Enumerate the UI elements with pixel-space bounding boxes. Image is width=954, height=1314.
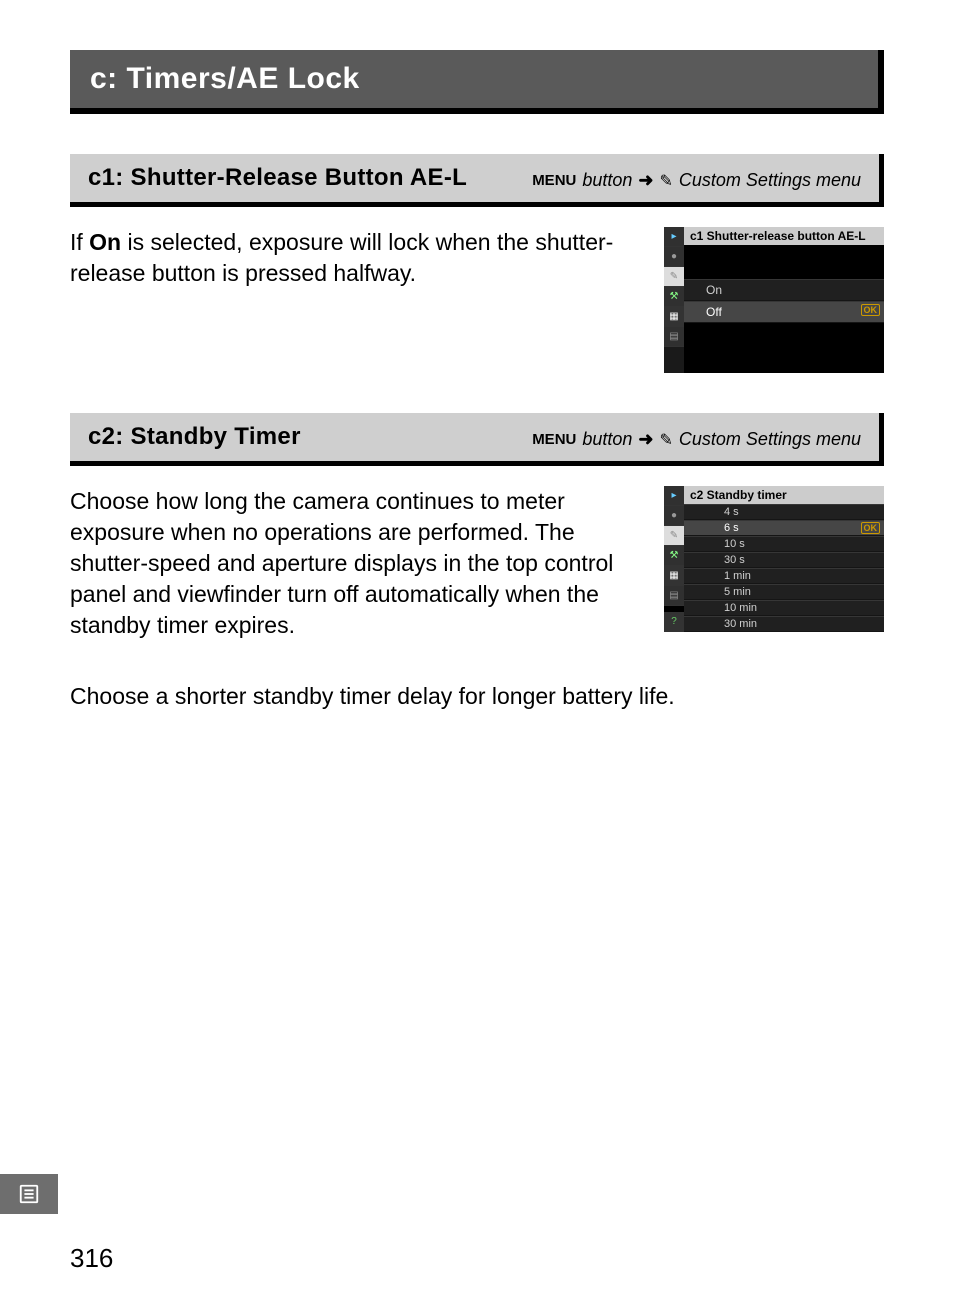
footer-menu-icon	[0, 1174, 58, 1214]
c2-option-10s: 10 s	[684, 536, 884, 552]
c1-option-on: On	[684, 279, 884, 301]
c1-option-off: Off OK	[684, 301, 884, 323]
c2-nav-path: MENU button ➜ ✎ Custom Settings menu	[532, 429, 861, 450]
c2-option-1min: 1 min	[684, 568, 884, 584]
section-header: c: Timers/AE Lock	[70, 50, 884, 114]
lcd-side-tabs: ▸ ● ✎ ⚒ ▦ ▤	[664, 227, 684, 373]
camera-tab-icon: ●	[664, 506, 684, 526]
c1-option-off-label: Off	[706, 305, 722, 319]
c2-option-4s: 4 s	[684, 504, 884, 520]
c2-body-2: Choose a shorter standby timer delay for…	[70, 681, 884, 712]
page-number: 316	[70, 1243, 113, 1274]
pencil-icon: ✎	[660, 171, 673, 191]
retouch-tab-icon: ⚒	[664, 287, 684, 307]
playback-tab-icon: ▸	[664, 227, 684, 247]
lcd-spacer	[684, 323, 884, 373]
setup-tab-icon: ▦	[664, 566, 684, 586]
pencil-icon: ✎	[660, 430, 673, 450]
ok-badge: OK	[861, 522, 881, 534]
camera-tab-icon: ●	[664, 247, 684, 267]
custom-tab-icon: ✎	[664, 526, 684, 546]
c1-body-suffix: is selected, exposure will lock when the…	[70, 229, 613, 286]
setup-tab-icon: ▦	[664, 307, 684, 327]
c2-title: c2: Standby Timer	[88, 423, 301, 451]
menu-label: MENU	[532, 431, 576, 448]
c1-title: c1: Shutter-Release Button AE-L	[88, 164, 467, 192]
lcd-side-tabs: ▸ ● ✎ ⚒ ▦ ▤ ?	[664, 486, 684, 632]
c1-lcd-title: c1 Shutter-release button AE-L	[684, 227, 884, 245]
c1-body-prefix: If	[70, 229, 89, 255]
custom-tab-icon: ✎	[664, 267, 684, 287]
other-tab-icon: ▤	[664, 586, 684, 606]
c2-option-10min: 10 min	[684, 600, 884, 616]
c1-body: If On is selected, exposure will lock wh…	[70, 227, 639, 289]
c1-body-bold: On	[89, 229, 121, 255]
c2-option-6s-label: 6 s	[724, 522, 739, 534]
arrow-icon: ➜	[638, 429, 653, 450]
c2-header: c2: Standby Timer MENU button ➜ ✎ Custom…	[70, 413, 884, 466]
other-tab-icon: ▤	[664, 327, 684, 347]
c2-body: Choose how long the camera continues to …	[70, 486, 639, 641]
button-word: button	[582, 429, 632, 450]
c2-lcd-screenshot: ▸ ● ✎ ⚒ ▦ ▤ ? c2 Standby timer 4 s 6 s O…	[664, 486, 884, 632]
c2-option-30min: 30 min	[684, 616, 884, 632]
c1-header: c1: Shutter-Release Button AE-L MENU but…	[70, 154, 884, 207]
retouch-tab-icon: ⚒	[664, 546, 684, 566]
nav-destination: Custom Settings menu	[679, 429, 861, 450]
nav-destination: Custom Settings menu	[679, 170, 861, 191]
ok-badge: OK	[861, 304, 881, 316]
menu-label: MENU	[532, 172, 576, 189]
arrow-icon: ➜	[638, 170, 653, 191]
c2-option-30s: 30 s	[684, 552, 884, 568]
lcd-spacer	[684, 245, 884, 279]
c1-lcd-screenshot: ▸ ● ✎ ⚒ ▦ ▤ c1 Shutter-release button AE…	[664, 227, 884, 373]
c2-option-5min: 5 min	[684, 584, 884, 600]
help-tab-icon: ?	[664, 612, 684, 632]
playback-tab-icon: ▸	[664, 486, 684, 506]
c2-option-6s: 6 s OK	[684, 520, 884, 536]
c1-nav-path: MENU button ➜ ✎ Custom Settings menu	[532, 170, 861, 191]
button-word: button	[582, 170, 632, 191]
c2-lcd-title: c2 Standby timer	[684, 486, 884, 504]
